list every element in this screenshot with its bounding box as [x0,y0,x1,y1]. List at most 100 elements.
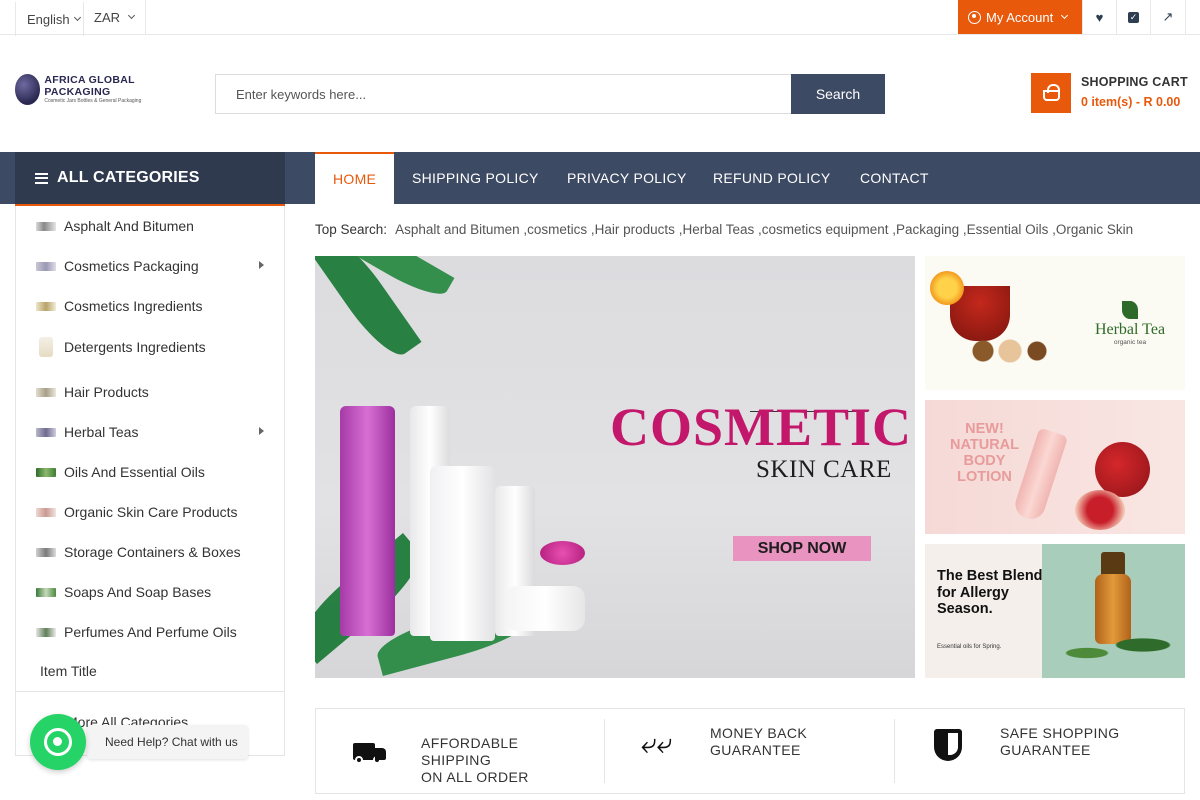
caret-right-icon [259,427,264,435]
category-label: Hair Products [64,384,149,400]
language-label: English [27,11,70,27]
feature-line: GUARANTEE [1000,742,1091,758]
towel-graphic [505,586,585,631]
checkout-button[interactable]: ↗ [1150,0,1186,34]
top-search-terms[interactable]: Asphalt and Bitumen ,cosmetics ,Hair pro… [395,222,1133,237]
category-hair-products[interactable]: Hair Products [16,372,284,412]
my-account-button[interactable]: My Account [958,0,1082,34]
category-thumbnail [39,337,53,357]
chevron-down-icon [1061,11,1069,20]
chevron-down-icon [73,13,81,22]
hero-banner[interactable]: COSMETIC SKIN CARE SHOP NOW [315,256,915,678]
category-essential-oils[interactable]: Oils And Essential Oils [16,452,284,492]
shop-now-button[interactable]: SHOP NOW [733,536,871,561]
category-cosmetics-ingredients[interactable]: Cosmetics Ingredients [16,286,284,326]
category-label: Cosmetics Packaging [64,258,199,274]
feature-line: MONEY BACK [710,725,808,741]
herb-graphic [1045,629,1185,669]
nav-refund-policy[interactable]: REFUND POLICY [713,152,830,204]
pomegranate-graphic [1095,442,1150,497]
check-square-icon: ✓ [1128,11,1139,23]
category-sidebar: Asphalt And Bitumen Cosmetics Packaging … [15,206,285,756]
category-thumbnail [36,507,56,517]
cart-title[interactable]: SHOPPING CART [1081,75,1188,89]
herbal-tea-banner[interactable]: Herbal Tea organic tea [925,256,1185,390]
category-soaps[interactable]: Soaps And Soap Bases [16,572,284,612]
cart-button[interactable] [1031,73,1071,113]
category-thumbnail [36,587,56,597]
category-herbal-teas[interactable]: Herbal Teas [16,412,284,452]
site-logo[interactable]: AFRICA GLOBAL PACKAGING Cosmetic Jars Bo… [15,72,175,106]
currency-selector[interactable]: ZAR [84,0,146,34]
category-cosmetics-packaging[interactable]: Cosmetics Packaging [16,246,284,286]
nav-contact[interactable]: CONTACT [860,152,929,204]
category-thumbnail [36,387,56,397]
feature-strip: AFFORDABLE SHIPPING ON ALL ORDER ⤶⤶ MONE… [315,708,1185,794]
category-thumbnail [36,547,56,557]
tea-banner-subtitle: organic tea [1113,339,1147,346]
sidebar-divider [16,691,284,692]
wheel-graphic [355,756,363,764]
caret-right-icon [259,261,264,269]
feature-line: GUARANTEE [710,742,801,758]
category-thumbnail [36,467,56,477]
essential-oil-banner[interactable]: The Best Blend for Allergy Season. Essen… [925,544,1185,678]
nav-home[interactable]: HOME [315,152,395,204]
category-label: Detergents Ingredients [64,339,206,355]
orchid-graphic [540,541,585,565]
bath-salt-bottle-graphic [340,406,395,636]
nuts-graphic [965,336,1055,366]
feature-divider [894,719,895,783]
banner-title: COSMETIC [610,397,913,457]
shield-icon [934,729,962,761]
banner-subtitle: SKIN CARE [756,456,892,483]
category-thumbnail [36,261,56,271]
whatsapp-tooltip[interactable]: Need Help? Chat with us [87,725,248,759]
lotion-banner-text: NEW! NATURAL BODY LOTION [950,421,1019,485]
category-asphalt[interactable]: Asphalt And Bitumen [16,206,284,246]
whatsapp-chat-button[interactable] [30,714,86,770]
shopping-basket-icon [1042,83,1060,101]
category-thumbnail [36,221,56,231]
category-thumbnail [36,627,56,637]
blend-banner-text: The Best Blend for Allergy Season. [937,568,1043,618]
category-label: Perfumes And Perfume Oils [64,624,237,640]
search-button[interactable]: Search [791,74,885,114]
search-input[interactable] [215,74,792,114]
body-lotion-banner[interactable]: NEW! NATURAL BODY LOTION [925,400,1185,534]
nav-privacy-policy[interactable]: PRIVACY POLICY [567,152,687,204]
menu-icon [35,172,48,184]
whatsapp-icon [44,728,72,756]
nav-shipping-policy[interactable]: SHIPPING POLICY [412,152,539,204]
language-selector[interactable]: English [15,2,84,36]
tea-leaf-icon [1122,301,1138,319]
category-storage-containers[interactable]: Storage Containers & Boxes [16,532,284,572]
pump-bottle-graphic [430,466,495,641]
cart-summary[interactable]: 0 item(s) - R 0.00 [1081,95,1180,109]
truck-icon [353,743,386,764]
category-organic-skin-care[interactable]: Organic Skin Care Products [16,492,284,532]
category-label: Oils And Essential Oils [64,464,205,480]
category-label: Item Title [40,663,97,679]
category-thumbnail [36,301,56,311]
all-categories-label: ALL CATEGORIES [57,169,200,186]
user-icon [968,10,981,24]
chevron-down-icon [127,11,136,20]
top-search-bar: Top Search: Asphalt and Bitumen ,cosmeti… [315,222,1133,237]
feature-line: SAFE SHOPPING [1000,725,1120,741]
feature-line: SHIPPING [421,752,492,768]
category-detergents[interactable]: Detergents Ingredients [16,326,284,368]
feature-shipping: AFFORDABLE SHIPPING ON ALL ORDER [316,719,606,785]
globe-logo-icon [15,73,41,105]
currency-label: ZAR [94,9,120,25]
category-perfumes[interactable]: Perfumes And Perfume Oils [16,612,284,652]
top-bar: English ZAR My Account ♥ ✓ ↗ [0,0,1200,36]
wishlist-button[interactable]: ♥ [1082,0,1116,34]
compare-button[interactable]: ✓ [1116,0,1150,34]
pomegranate-half-graphic [1075,490,1125,530]
category-thumbnail [36,427,56,437]
top-search-label: Top Search: [315,222,388,237]
feature-line: AFFORDABLE [421,735,519,751]
category-item-title[interactable]: Item Title [16,651,284,691]
all-categories-toggle[interactable]: ALL CATEGORIES [15,152,285,206]
